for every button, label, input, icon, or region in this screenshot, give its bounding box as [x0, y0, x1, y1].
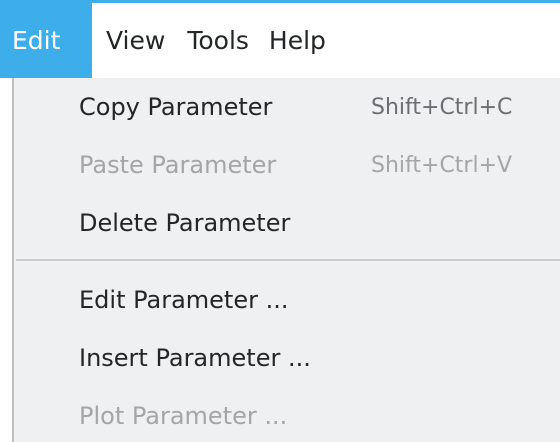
- menu-item-delete-parameter[interactable]: Delete Parameter: [14, 194, 560, 252]
- menu-item-label: Plot Parameter ...: [79, 402, 288, 430]
- menu-item-shortcut: Shift+Ctrl+C: [371, 94, 513, 120]
- menu-help[interactable]: Help: [263, 3, 341, 78]
- menu-edit[interactable]: Edit: [0, 3, 92, 78]
- menu-view[interactable]: View: [92, 3, 179, 78]
- menu-separator: [16, 259, 560, 261]
- menu-item-insert-parameter[interactable]: Insert Parameter ...: [14, 329, 560, 387]
- menu-item-shortcut: Shift+Ctrl+V: [371, 152, 513, 178]
- menu-item-label: Delete Parameter: [79, 209, 291, 237]
- menu-item-edit-parameter[interactable]: Edit Parameter ...: [14, 271, 560, 329]
- menu-item-label: Insert Parameter ...: [79, 344, 311, 372]
- menu-item-label: Copy Parameter: [79, 93, 273, 121]
- edit-dropdown-menu: Copy Parameter Shift+Ctrl+C Paste Parame…: [12, 78, 560, 442]
- menu-item-label: Edit Parameter ...: [79, 286, 289, 314]
- menu-item-copy-parameter[interactable]: Copy Parameter Shift+Ctrl+C: [14, 78, 560, 136]
- menu-tools[interactable]: Tools: [179, 3, 263, 78]
- menu-item-paste-parameter: Paste Parameter Shift+Ctrl+V: [14, 136, 560, 194]
- menu-item-label: Paste Parameter: [79, 151, 277, 179]
- menubar: Edit View Tools Help: [0, 3, 560, 78]
- menu-item-plot-parameter: Plot Parameter ...: [14, 387, 560, 442]
